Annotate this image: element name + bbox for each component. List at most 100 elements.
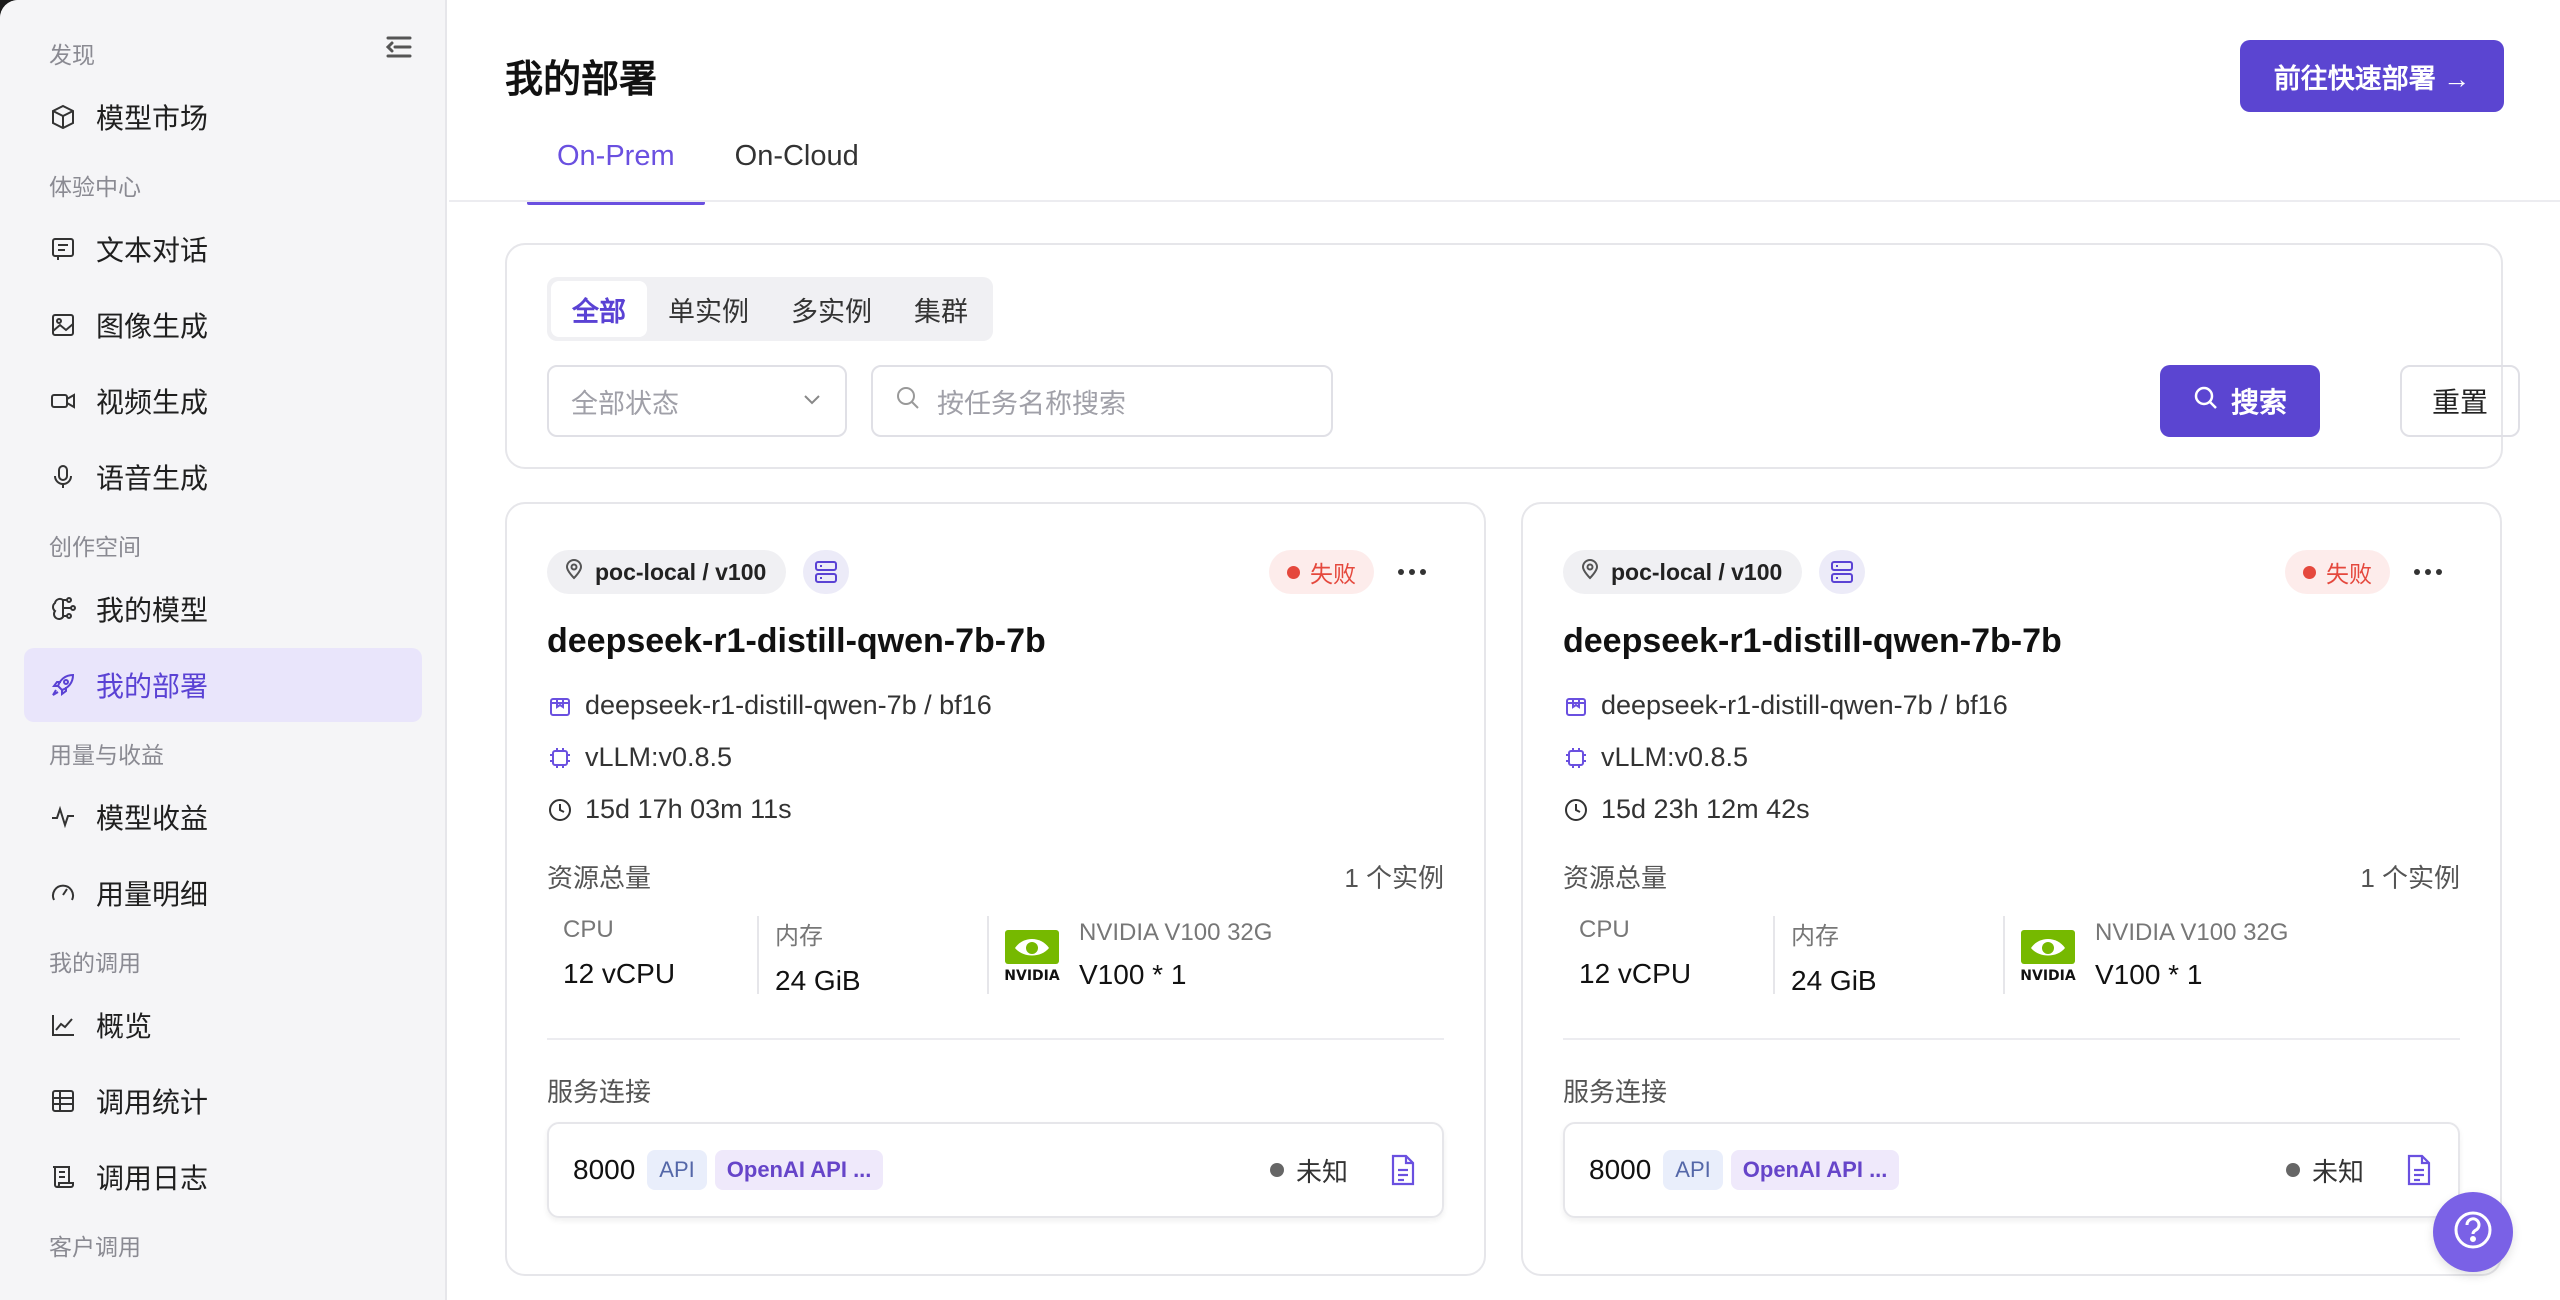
- sidebar-item-call-logs[interactable]: 调用日志: [24, 1140, 422, 1214]
- sidebar-item-video-gen[interactable]: 视频生成: [24, 364, 422, 438]
- menu-collapse-icon[interactable]: [384, 32, 414, 62]
- memory-value: 24 GiB: [1791, 965, 1877, 996]
- engine-text: vLLM:v0.8.5: [585, 742, 733, 772]
- sidebar-item-label: 视频生成: [96, 387, 209, 418]
- connection-label: 服务连接: [547, 1077, 652, 1107]
- sidebar-item-text-chat[interactable]: 文本对话: [24, 212, 422, 286]
- location-chip: poc-local / v100: [547, 550, 787, 594]
- sidebar-item-my-models[interactable]: 我的模型: [24, 572, 422, 646]
- status-select[interactable]: 全部状态: [547, 365, 847, 437]
- model-info: deepseek-r1-distill-qwen-7b / bf16: [547, 690, 992, 721]
- main-content: 我的部署 前往快速部署 → On-Prem On-Cloud 全部 单实例 多实…: [449, 0, 2560, 1300]
- tab-on-cloud[interactable]: On-Cloud: [705, 130, 889, 203]
- sidebar-item-label: 语音生成: [96, 463, 209, 494]
- resource-row: CPU 12 vCPU 内存 24 GiB NVIDIA NVIDIA V100…: [1563, 916, 2460, 996]
- sidebar-group-usage: 用量与收益: [49, 742, 164, 768]
- api-tag: API: [1663, 1150, 1723, 1190]
- brain-icon: [48, 594, 78, 624]
- gpu-block: NVIDIA NVIDIA V100 32G V100 * 1: [2003, 916, 2288, 994]
- more-options-icon[interactable]: [1394, 556, 1430, 588]
- connection-row: 8000 API OpenAI API ... 未知: [547, 1122, 1444, 1218]
- resource-header: 资源总量 1 个实例: [1563, 858, 2460, 895]
- uptime-info: 15d 17h 03m 11s: [547, 794, 792, 825]
- deployment-title[interactable]: deepseek-r1-distill-qwen-7b-7b: [547, 622, 1046, 661]
- document-icon[interactable]: [1388, 1154, 1418, 1186]
- location-chip: poc-local / v100: [1563, 550, 1803, 594]
- cpu-label: CPU: [563, 916, 614, 943]
- page-title: 我的部署: [505, 59, 658, 101]
- connection-status: 未知: [1269, 1152, 1348, 1189]
- uptime-text: 15d 17h 03m 11s: [585, 794, 792, 824]
- document-icon[interactable]: [2404, 1154, 2434, 1186]
- nvidia-logo-icon: NVIDIA: [2017, 924, 2079, 986]
- segment-cluster[interactable]: 集群: [893, 281, 989, 337]
- cpu-value: 12 vCPU: [1579, 958, 1692, 989]
- sidebar-item-label: 概览: [96, 1011, 153, 1042]
- package-icon: [547, 693, 573, 719]
- connection-status-text: 未知: [1295, 1156, 1348, 1187]
- engine-text: vLLM:v0.8.5: [1601, 742, 1749, 772]
- nvidia-logo-icon: NVIDIA: [1001, 924, 1063, 986]
- gpu-block: NVIDIA NVIDIA V100 32G V100 * 1: [987, 916, 1272, 994]
- uptime-info: 15d 23h 12m 42s: [1563, 794, 1810, 825]
- sidebar-item-label: 模型收益: [96, 803, 209, 834]
- connection-label: 服务连接: [1563, 1077, 1668, 1107]
- deployment-card[interactable]: poc-local / v100 失败 deepseek-r1-distill-…: [1521, 502, 2502, 1276]
- sidebar-item-call-stats[interactable]: 调用统计: [24, 1064, 422, 1138]
- tab-on-prem[interactable]: On-Prem: [527, 130, 705, 205]
- deployment-title[interactable]: deepseek-r1-distill-qwen-7b-7b: [1563, 622, 2062, 661]
- server-icon: [803, 550, 849, 594]
- memory-block: 内存 24 GiB: [757, 916, 987, 996]
- search-button-label: 搜索: [2230, 387, 2287, 418]
- sidebar-item-my-deployments[interactable]: 我的部署: [24, 648, 422, 722]
- sidebar-group-discover: 发现: [49, 42, 95, 68]
- search-input[interactable]: 按任务名称搜索: [871, 365, 1333, 437]
- card-divider: [547, 1038, 1444, 1040]
- gpu-value: V100 * 1: [2095, 959, 2203, 990]
- sidebar-item-label: 我的模型: [96, 595, 209, 626]
- help-button[interactable]: [2433, 1192, 2513, 1272]
- log-icon: [48, 1162, 78, 1192]
- instance-count: 1 个实例: [2360, 863, 2460, 893]
- chart-icon: [48, 1010, 78, 1040]
- mic-icon: [48, 462, 78, 492]
- image-icon: [48, 310, 78, 340]
- resource-row: CPU 12 vCPU 内存 24 GiB NVIDIA NVIDIA V100…: [547, 916, 1444, 996]
- status-text: 失败: [1310, 561, 1356, 587]
- pulse-icon: [48, 802, 78, 832]
- clock-icon: [547, 797, 573, 823]
- sidebar-group-experience: 体验中心: [49, 174, 141, 200]
- sidebar-item-overview[interactable]: 概览: [24, 988, 422, 1062]
- help-icon: [2451, 1208, 2495, 1257]
- more-options-icon[interactable]: [2410, 556, 2446, 588]
- cpu-value: 12 vCPU: [563, 958, 676, 989]
- deployment-tabs: On-Prem On-Cloud: [527, 130, 889, 205]
- video-icon: [48, 386, 78, 416]
- engine-info: vLLM:v0.8.5: [1563, 742, 1748, 773]
- resource-label: 资源总量: [1563, 863, 1668, 893]
- sidebar-group-my-calls: 我的调用: [49, 950, 141, 976]
- segment-all[interactable]: 全部: [551, 281, 647, 337]
- openai-tag[interactable]: OpenAI API ...: [714, 1150, 884, 1190]
- segment-single[interactable]: 单实例: [647, 281, 770, 337]
- cpu-label: CPU: [1579, 916, 1630, 943]
- card-divider: [1563, 1038, 2460, 1040]
- port-number: 8000: [1589, 1154, 1652, 1185]
- openai-tag[interactable]: OpenAI API ...: [1730, 1150, 1900, 1190]
- sidebar-item-usage-detail[interactable]: 用量明细: [24, 856, 422, 930]
- sidebar-item-voice-gen[interactable]: 语音生成: [24, 440, 422, 514]
- svg-text:NVIDIA: NVIDIA: [2020, 968, 2076, 984]
- deployment-card[interactable]: poc-local / v100 失败 deepseek-r1-distill-…: [505, 502, 1486, 1276]
- sidebar-item-image-gen[interactable]: 图像生成: [24, 288, 422, 362]
- sidebar-item-model-market[interactable]: 模型市场: [24, 80, 422, 154]
- quick-deploy-button[interactable]: 前往快速部署 →: [2240, 40, 2504, 112]
- model-info: deepseek-r1-distill-qwen-7b / bf16: [1563, 690, 2008, 721]
- memory-value: 24 GiB: [775, 965, 861, 996]
- reset-button[interactable]: 重置: [2400, 365, 2520, 437]
- status-badge: 失败: [1269, 550, 1374, 594]
- segment-multi[interactable]: 多实例: [770, 281, 893, 337]
- sidebar-item-label: 用量明细: [96, 879, 209, 910]
- memory-label: 内存: [775, 923, 823, 950]
- search-button[interactable]: 搜索: [2160, 365, 2320, 437]
- sidebar-item-model-revenue[interactable]: 模型收益: [24, 780, 422, 854]
